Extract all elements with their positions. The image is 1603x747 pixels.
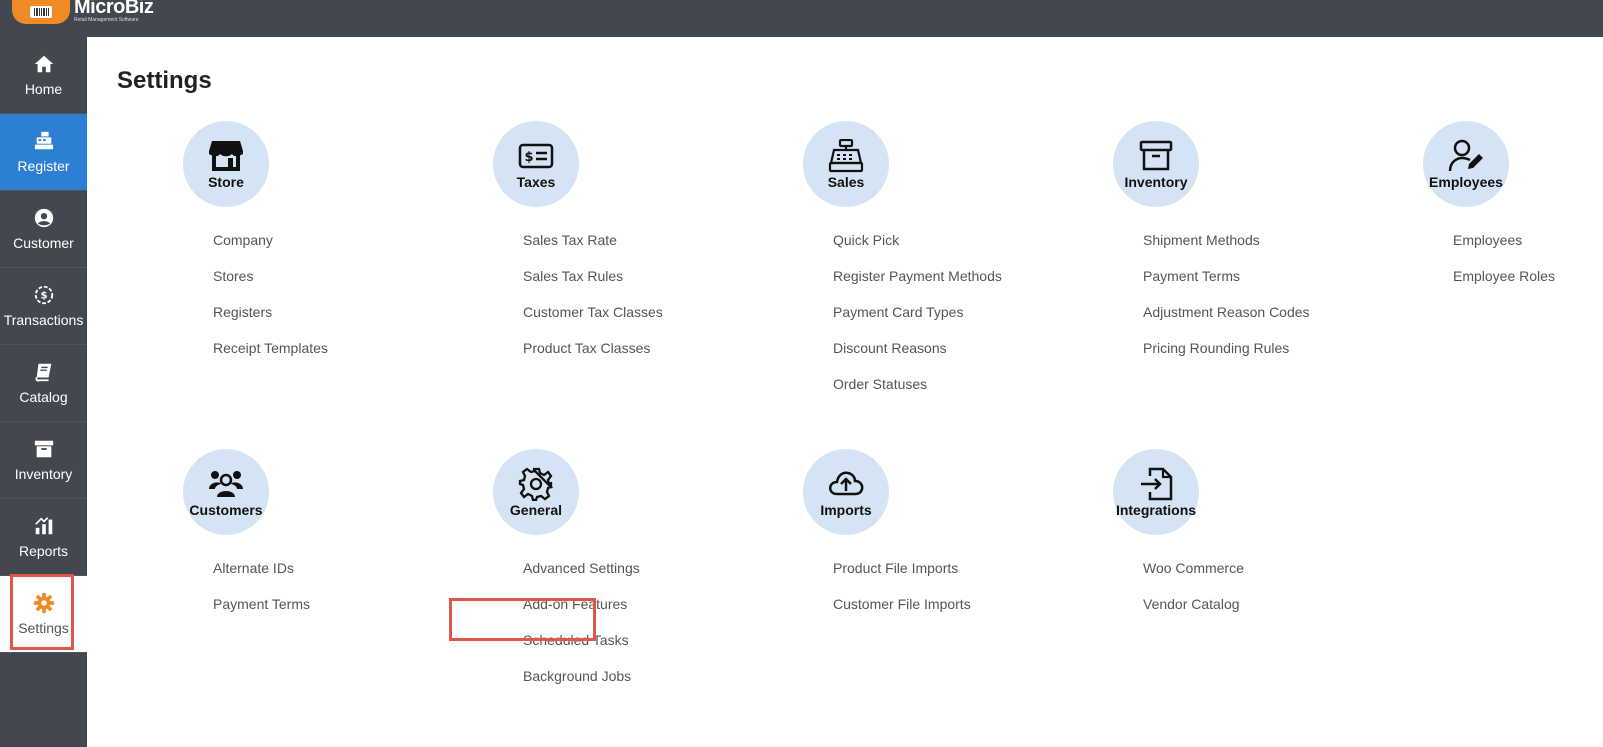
money-bill-icon: $ — [518, 143, 554, 168]
transactions-icon: $ — [34, 285, 53, 305]
home-icon — [34, 55, 53, 73]
link-sales-tax-rules[interactable]: Sales Tax Rules — [523, 267, 663, 303]
section-imports-header[interactable]: Imports — [803, 449, 889, 535]
link-payment-card-types[interactable]: Payment Card Types — [833, 303, 1002, 339]
link-employee-roles[interactable]: Employee Roles — [1453, 267, 1555, 303]
app-logo[interactable]: MicroBiz Retail Management Software — [12, 0, 154, 25]
sidebar-item-label: Reports — [18, 543, 69, 559]
sidebar-item-reports[interactable]: Reports — [0, 499, 87, 576]
inventory-icon — [34, 440, 53, 458]
register-icon — [34, 131, 53, 150]
section-title: Inventory — [1124, 173, 1188, 190]
link-register-payment-methods[interactable]: Register Payment Methods — [833, 267, 1002, 303]
link-vendor-catalog[interactable]: Vendor Catalog — [1143, 595, 1244, 631]
section-title: Employees — [1429, 173, 1503, 190]
top-bar: MicroBiz Retail Management Software — [0, 0, 1603, 37]
link-receipt-templates[interactable]: Receipt Templates — [213, 339, 328, 375]
link-quick-pick[interactable]: Quick Pick — [833, 231, 1002, 267]
section-inventory-header[interactable]: Inventory — [1113, 121, 1199, 207]
link-product-tax-classes[interactable]: Product Tax Classes — [523, 339, 663, 375]
archive-box-icon — [1139, 140, 1173, 170]
sidebar-item-settings[interactable]: Settings — [0, 576, 87, 653]
sidebar-item-label: Settings — [18, 620, 69, 636]
link-shipment-methods[interactable]: Shipment Methods — [1143, 231, 1310, 267]
link-discount-reasons[interactable]: Discount Reasons — [833, 339, 1002, 375]
link-employees[interactable]: Employees — [1453, 231, 1555, 267]
sidebar-item-register[interactable]: Register — [0, 114, 87, 191]
sidebar-item-label: Home — [24, 81, 63, 97]
link-add-on-features[interactable]: Add-on Features — [523, 595, 640, 631]
section-title: Store — [208, 173, 244, 190]
sidebar-item-label: Inventory — [14, 466, 73, 482]
link-customer-payment-terms[interactable]: Payment Terms — [213, 595, 310, 631]
users-group-icon — [209, 470, 243, 497]
gear-icon — [518, 467, 554, 501]
gear-icon — [33, 592, 54, 614]
reports-icon — [34, 517, 52, 535]
link-order-statuses[interactable]: Order Statuses — [833, 375, 1002, 411]
catalog-icon — [35, 363, 51, 382]
svg-text:$: $ — [40, 291, 47, 302]
link-payment-terms[interactable]: Payment Terms — [1143, 267, 1310, 303]
link-registers[interactable]: Registers — [213, 303, 328, 339]
link-scheduled-tasks[interactable]: Scheduled Tasks — [523, 631, 640, 667]
sidebar-item-transactions[interactable]: $ Transactions — [0, 268, 87, 345]
sidebar-item-inventory[interactable]: Inventory — [0, 422, 87, 499]
section-title: Sales — [827, 173, 865, 190]
sidebar-item-label: Register — [17, 158, 70, 174]
link-background-jobs[interactable]: Background Jobs — [523, 667, 640, 703]
section-employees-header[interactable]: Employees — [1423, 121, 1509, 207]
link-stores[interactable]: Stores — [213, 267, 328, 303]
cloud-upload-icon — [829, 471, 864, 495]
sidebar-item-customer[interactable]: Customer — [0, 191, 87, 268]
sidebar-item-label: Transactions — [3, 312, 84, 328]
section-title: General — [509, 501, 563, 518]
main-content: Settings Store Company Stores Registers … — [87, 37, 1603, 747]
section-title: Imports — [820, 501, 872, 518]
section-customers-header[interactable]: Customers — [183, 449, 269, 535]
file-import-icon — [1141, 467, 1173, 500]
section-title: Taxes — [516, 173, 556, 190]
link-customer-file-imports[interactable]: Customer File Imports — [833, 595, 971, 631]
section-title: Customers — [189, 501, 263, 518]
page-title: Settings — [117, 67, 212, 94]
section-title: Integrations — [1115, 501, 1197, 518]
link-sales-tax-rate[interactable]: Sales Tax Rate — [523, 231, 663, 267]
sidebar-item-catalog[interactable]: Catalog — [0, 345, 87, 422]
cash-register-icon — [828, 138, 864, 172]
link-alternate-ids[interactable]: Alternate IDs — [213, 559, 310, 595]
link-product-file-imports[interactable]: Product File Imports — [833, 559, 971, 595]
app-name: MicroBiz — [74, 0, 154, 18]
sidebar-item-label: Catalog — [19, 389, 68, 405]
sidebar-item-label: Customer — [13, 235, 74, 251]
section-taxes-header[interactable]: $ Taxes — [493, 121, 579, 207]
link-company[interactable]: Company — [213, 231, 328, 267]
barcode-icon — [12, 0, 70, 24]
link-woo-commerce[interactable]: Woo Commerce — [1143, 559, 1244, 595]
link-customer-tax-classes[interactable]: Customer Tax Classes — [523, 303, 663, 339]
link-adjustment-reason-codes[interactable]: Adjustment Reason Codes — [1143, 303, 1310, 339]
section-sales-header[interactable]: Sales — [803, 121, 889, 207]
section-integrations-header[interactable]: Integrations — [1113, 449, 1199, 535]
link-advanced-settings[interactable]: Advanced Settings — [523, 559, 640, 595]
section-store-header[interactable]: Store — [183, 121, 269, 207]
link-pricing-rounding-rules[interactable]: Pricing Rounding Rules — [1143, 339, 1310, 375]
store-icon — [209, 140, 243, 171]
svg-text:$: $ — [524, 150, 533, 165]
section-general-header[interactable]: General — [493, 449, 579, 535]
sidebar-item-home[interactable]: Home — [0, 37, 87, 114]
sidebar: Home Register Customer $ Transactions Ca… — [0, 37, 87, 747]
user-edit-icon — [1448, 139, 1483, 171]
customer-icon — [34, 208, 53, 228]
